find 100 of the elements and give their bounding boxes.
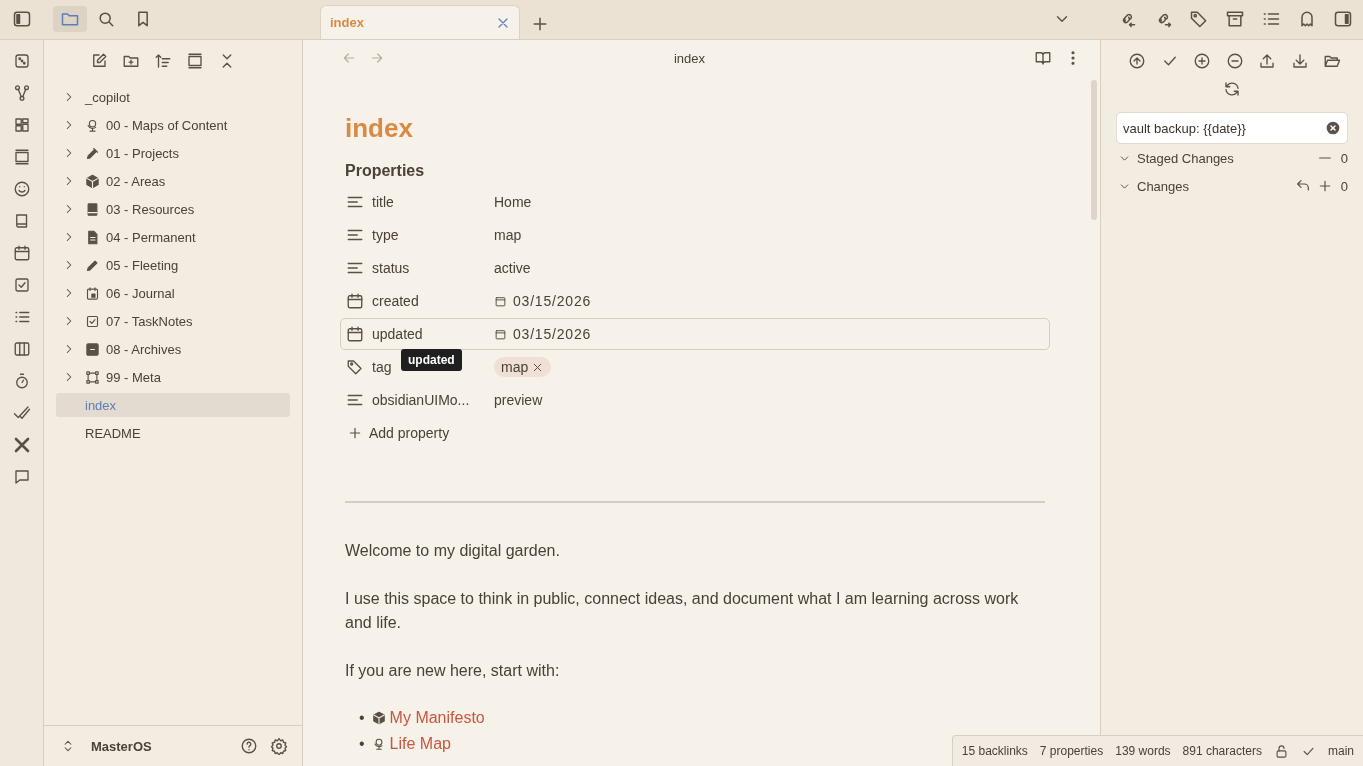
- calendar-icon: [346, 292, 364, 310]
- sort-icon[interactable]: [154, 52, 172, 70]
- property-value[interactable]: Home: [494, 194, 532, 210]
- tree-item[interactable]: 01 - Projects: [56, 139, 290, 167]
- frame-icon: [85, 369, 100, 385]
- property-value[interactable]: map: [494, 227, 522, 243]
- tree-item[interactable]: 02 - Areas: [56, 167, 290, 195]
- tag-icon[interactable]: [1189, 9, 1209, 29]
- tree-label: 07 - TaskNotes: [106, 313, 193, 329]
- tree-label: 99 - Meta: [106, 369, 161, 385]
- note-link[interactable]: My Manifesto: [389, 709, 485, 726]
- refresh-icon[interactable]: [1223, 80, 1241, 98]
- discard-icon[interactable]: [1294, 178, 1311, 194]
- vault-name[interactable]: MasterOS: [91, 738, 228, 754]
- search-icon[interactable]: [96, 9, 116, 29]
- note-title: index: [345, 112, 414, 144]
- property-name[interactable]: updated: [372, 326, 486, 342]
- property-name[interactable]: title: [372, 194, 486, 210]
- tree-label: index: [85, 397, 117, 413]
- tree-item[interactable]: 05 - Fleeting: [56, 251, 290, 279]
- paragraph: If you are new here, start with:: [345, 661, 561, 681]
- property-name[interactable]: obsidianUIMo...: [372, 392, 486, 408]
- checkbox-icon: [85, 313, 100, 329]
- property-name[interactable]: type: [372, 227, 486, 243]
- document-icon: [85, 229, 100, 245]
- calendar-icon: [85, 285, 100, 301]
- lock-icon[interactable]: [1274, 743, 1289, 759]
- archive-icon: [85, 341, 100, 357]
- tree-item[interactable]: 00 - Maps of Content: [56, 111, 290, 139]
- branch-name[interactable]: main: [1328, 744, 1354, 758]
- paragraph: I use this space to think in public, connect ideas, and document what I am learning across work and life.: [345, 589, 1020, 633]
- reading-view-icon[interactable]: [1034, 49, 1052, 67]
- change-count: 0: [1340, 178, 1348, 194]
- tree-label: 06 - Journal: [106, 285, 175, 301]
- tree-item[interactable]: 04 - Permanent: [56, 223, 290, 251]
- status-item: 139 words: [1115, 744, 1171, 758]
- property-value[interactable]: 03/15/2026: [513, 293, 592, 309]
- stage-icon[interactable]: [1193, 52, 1211, 70]
- status-item: 15 backlinks: [961, 744, 1028, 758]
- smiley-icon[interactable]: [12, 180, 31, 198]
- add-property-button[interactable]: Add property: [345, 423, 452, 443]
- checkbox-icon[interactable]: [12, 276, 31, 294]
- tree-label: 05 - Fleeting: [106, 257, 179, 273]
- right-sidebar-icon[interactable]: [1333, 9, 1353, 29]
- tree-label: _copilot: [85, 89, 130, 105]
- tree-label: README: [85, 425, 141, 441]
- tree-label: 02 - Areas: [106, 173, 166, 189]
- new-note-icon[interactable]: [90, 52, 108, 70]
- box-icon: [371, 711, 386, 725]
- tree-item[interactable]: 08 - Archives: [56, 335, 290, 363]
- tag-icon: [346, 358, 364, 376]
- commit-message-field[interactable]: vault backup: {{date}}: [1116, 112, 1348, 144]
- calendar-icon[interactable]: [12, 244, 31, 262]
- change-count: 0: [1340, 150, 1348, 166]
- dice-icon[interactable]: [12, 52, 31, 70]
- tree-item[interactable]: 03 - Resources: [56, 195, 290, 223]
- tree-item[interactable]: 07 - TaskNotes: [56, 307, 290, 335]
- tree-label: 08 - Archives: [106, 341, 182, 357]
- scrollbar[interactable]: [1091, 80, 1097, 220]
- note-link[interactable]: Life Map: [389, 735, 451, 752]
- columns-icon[interactable]: [12, 340, 31, 358]
- pen-icon: [85, 145, 100, 161]
- tree-label: 03 - Resources: [106, 201, 195, 217]
- tree-item[interactable]: 99 - Meta: [56, 363, 290, 391]
- book-icon: [85, 201, 100, 217]
- bullet: •: [359, 709, 365, 726]
- property-value[interactable]: active: [494, 260, 531, 276]
- tree-label: 01 - Projects: [106, 145, 179, 161]
- files-tab[interactable]: [53, 6, 87, 32]
- push-icon[interactable]: [1128, 52, 1146, 70]
- property-value[interactable]: preview: [494, 392, 543, 408]
- layout-icon[interactable]: [186, 52, 204, 70]
- tree-label: 00 - Maps of Content: [106, 117, 228, 133]
- status-item: 7 properties: [1039, 744, 1104, 758]
- download-icon[interactable]: [1290, 52, 1309, 70]
- archive-icon[interactable]: [1225, 9, 1245, 29]
- tag-chip[interactable]: map: [494, 357, 552, 377]
- grid-icon[interactable]: [12, 116, 31, 134]
- property-name[interactable]: status: [372, 260, 486, 276]
- property-name[interactable]: created: [372, 293, 486, 309]
- tree-item[interactable]: 06 - Journal: [56, 279, 290, 307]
- properties-heading: Properties: [345, 162, 426, 180]
- bullet: •: [359, 735, 365, 752]
- clear-icon[interactable]: [1326, 121, 1340, 135]
- property-value[interactable]: 03/15/2026: [513, 326, 592, 342]
- tree-item[interactable]: _copilot: [56, 83, 290, 111]
- help-icon[interactable]: [240, 737, 258, 755]
- chat-icon[interactable]: [12, 468, 31, 486]
- double-check-icon[interactable]: [12, 404, 31, 422]
- unstage-icon[interactable]: [1225, 52, 1244, 70]
- graph-icon[interactable]: [12, 84, 31, 102]
- left-sidebar-icon[interactable]: [12, 9, 32, 29]
- calendar-icon: [346, 325, 364, 343]
- settings-icon[interactable]: [270, 737, 288, 755]
- section-label[interactable]: Staged Changes: [1137, 150, 1311, 166]
- upload-icon[interactable]: [1258, 52, 1276, 70]
- section-label[interactable]: Changes: [1137, 178, 1289, 194]
- layout-icon[interactable]: [12, 148, 31, 166]
- tree-item[interactable]: README: [56, 419, 290, 447]
- paragraph: Welcome to my digital garden.: [345, 541, 561, 561]
